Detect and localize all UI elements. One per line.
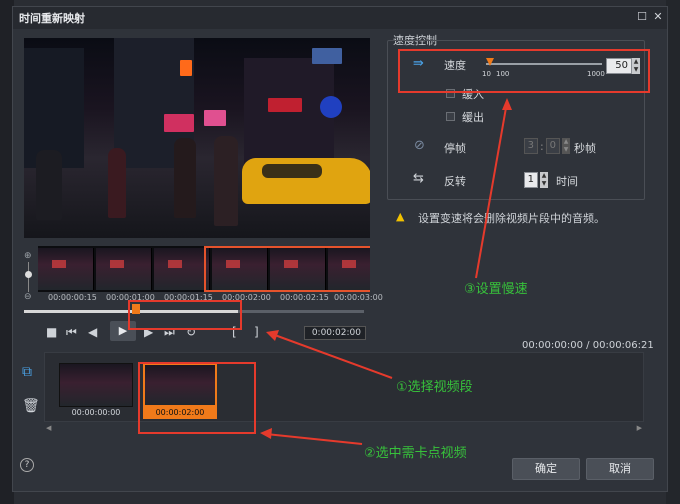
freeze-label: 停帧 [444,142,466,155]
dialog-title: 时间重新映射 [19,12,85,25]
ease-out-checkbox[interactable] [446,112,455,121]
go-to-start-icon[interactable]: ⏮ [66,325,77,340]
zoom-slider-thumb[interactable] [25,271,32,278]
freeze-stepper[interactable]: ▲ ▼ [562,138,570,154]
clip-label: 00:00:00:00 [71,408,121,417]
selected-segment[interactable] [204,246,370,292]
help-icon[interactable]: ? [20,458,34,472]
ok-button[interactable]: 确定 [512,458,580,480]
warning-icon: ▲ [396,210,405,223]
title-bar: 时间重新映射 ☐ ✕ [13,7,667,29]
previous-frame-icon[interactable]: ◀ [88,325,97,339]
freeze-seconds-input[interactable]: 3 [524,138,538,154]
reverse-input[interactable]: 1 [524,172,538,188]
background-right-strip [666,0,680,504]
timecode: 00:00:03:00 [334,293,383,302]
split-clip-icon[interactable]: ⧉ [22,364,32,380]
speed-highlight-box [398,49,650,93]
segment-highlight-box [128,300,242,330]
timecode: 00:00:02:15 [280,293,329,302]
clip-scrollbar[interactable]: ◀ ▶ [44,424,644,432]
clip-list: 00:00:00:00 00:00:02:00 [44,352,644,422]
ease-out-label: 缓出 [462,111,484,124]
maximize-icon[interactable]: ☐ [635,10,649,24]
clip-thumbnail[interactable] [59,363,133,407]
freeze-unit: 秒帧 [574,142,596,155]
timecode: 00:00:00:15 [48,293,97,302]
scrub-track-remaining [238,310,364,313]
reverse-unit: 时间 [556,175,578,188]
close-icon[interactable]: ✕ [651,10,665,24]
reverse-stepper[interactable]: ▲ ▼ [540,172,548,188]
reverse-icon: ⇆ [413,171,424,186]
freeze-frame-icon: ⊘ [414,138,425,153]
current-time-field[interactable]: 0:00:02:00 [304,326,366,340]
freeze-frames-input[interactable]: 0 [546,138,560,154]
video-preview [24,38,370,238]
zoom-out-icon[interactable]: ⊖ [24,292,32,302]
total-time: 00:00:00:00 / 00:00:06:21 [522,340,654,351]
clip-highlight-box [138,362,256,434]
annotation-step3: ③设置慢速 [464,282,528,297]
annotation-step1: ①选择视频段 [396,380,473,395]
warning-text: 设置变速将会删除视频片段中的音频。 [418,212,605,225]
freeze-separator: : [540,140,544,153]
reverse-label: 反转 [444,175,466,188]
stop-icon[interactable]: ■ [46,325,57,339]
zoom-in-icon[interactable]: ⊕ [24,251,32,261]
mark-out-icon[interactable]: ] [254,325,259,339]
annotation-step2: ②选中需卡点视频 [364,446,467,461]
delete-icon[interactable]: 🗑 [22,398,40,414]
cancel-button[interactable]: 取消 [586,458,654,480]
